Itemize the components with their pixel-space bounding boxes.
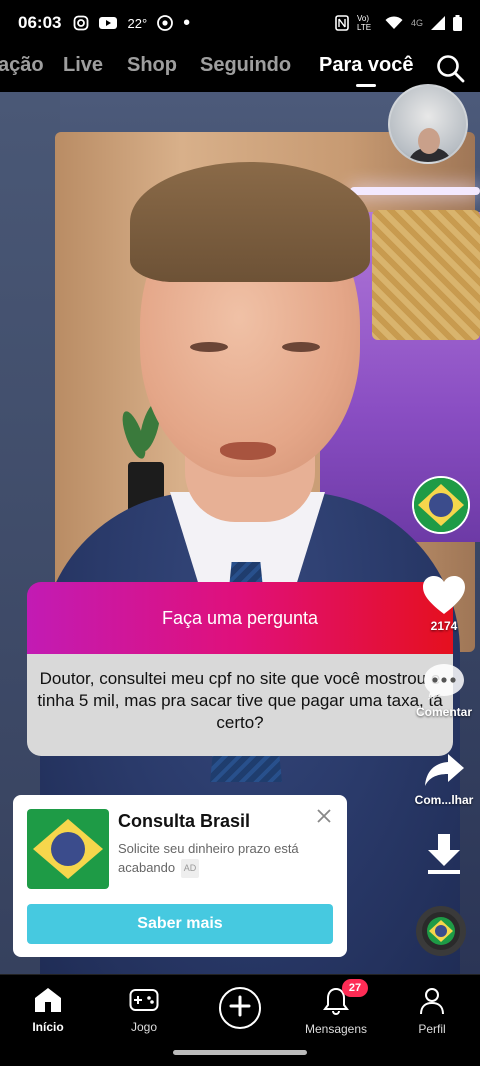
download-icon xyxy=(408,832,480,879)
heart-icon xyxy=(408,574,480,619)
presenter-mouth xyxy=(220,442,276,460)
nav-jogo-label: Jogo xyxy=(130,1020,158,1034)
tab-seguindo[interactable]: Seguindo xyxy=(200,54,291,77)
person-icon xyxy=(419,988,445,1018)
question-card: Faça uma pergunta Doutor, consultei meu … xyxy=(27,582,453,756)
nav-perfil[interactable]: Perfil xyxy=(392,987,472,1036)
volte-label: Vo) LTE xyxy=(356,14,372,32)
ad-cta-button[interactable]: Saber mais xyxy=(27,904,333,944)
network-label: 4G xyxy=(410,18,423,28)
presenter-hair xyxy=(130,162,370,282)
gamepad-icon xyxy=(129,989,159,1016)
comment-label: Comentar xyxy=(415,705,472,719)
status-time: 06:03 xyxy=(18,13,62,32)
ad-description-text: Solicite seu dinheiro prazo está acaband… xyxy=(118,841,299,875)
instagram-icon xyxy=(73,15,89,31)
comment-icon xyxy=(408,662,480,705)
top-tabs: ação Live Shop Seguindo Para você xyxy=(0,46,480,92)
tab-live[interactable]: Live xyxy=(63,54,103,77)
nfc-icon xyxy=(335,15,349,31)
wifi-icon xyxy=(385,16,403,30)
status-bar: 06:03 22° • Vo) LTE 4G xyxy=(0,0,480,46)
nav-jogo[interactable]: Jogo xyxy=(104,987,184,1034)
nav-mensagens[interactable]: 27 Mensagens xyxy=(296,979,376,1036)
search-icon[interactable] xyxy=(434,52,466,84)
share-label: Com...lhar xyxy=(414,793,474,807)
like-button[interactable]: 2174 xyxy=(408,574,480,633)
music-disc[interactable] xyxy=(416,906,466,956)
status-temperature: 22° xyxy=(127,15,148,31)
battery-icon xyxy=(453,15,462,31)
create-button[interactable] xyxy=(219,987,261,1029)
like-count: 2174 xyxy=(430,619,458,633)
active-tab-indicator xyxy=(356,84,376,87)
ad-card[interactable]: Consulta Brasil Solicite seu dinheiro pr… xyxy=(13,795,347,957)
ad-title: Consulta Brasil xyxy=(118,811,251,831)
dot-indicator: • xyxy=(183,12,191,34)
chrome-icon xyxy=(157,15,174,31)
tab-exploracao[interactable]: ação xyxy=(0,54,44,77)
ad-description: Solicite seu dinheiro prazo está acaband… xyxy=(118,839,318,879)
brazil-flag-icon xyxy=(427,917,455,945)
question-card-text: Doutor, consultei meu cpf no site que vo… xyxy=(27,654,453,756)
download-button[interactable] xyxy=(408,832,480,879)
youtube-icon xyxy=(99,16,118,30)
presenter-eye-left xyxy=(190,342,228,352)
tab-shop[interactable]: Shop xyxy=(127,54,177,77)
comment-button[interactable]: Comentar xyxy=(408,662,480,719)
nav-perfil-label: Perfil xyxy=(418,1022,446,1036)
nav-mensagens-label: Mensagens xyxy=(304,1022,368,1036)
question-card-header: Faça uma pergunta xyxy=(27,582,453,654)
background-basket xyxy=(372,210,480,340)
home-indicator[interactable] xyxy=(173,1050,307,1055)
share-button[interactable]: Com...lhar xyxy=(408,750,480,807)
share-icon xyxy=(408,750,480,793)
brazil-flag-icon xyxy=(27,809,109,889)
live-avatar[interactable] xyxy=(388,84,468,164)
nav-inicio-label: Início xyxy=(32,1020,64,1034)
messages-badge: 27 xyxy=(342,979,368,997)
ad-logo xyxy=(27,809,109,889)
background-led xyxy=(350,187,480,195)
ad-tag: AD xyxy=(180,859,200,879)
plus-icon xyxy=(229,995,251,1022)
signal-icon xyxy=(431,16,445,30)
tab-para-voce[interactable]: Para você xyxy=(319,54,414,77)
brazil-flag-icon xyxy=(414,478,468,532)
nav-inicio[interactable]: Início xyxy=(8,987,88,1034)
close-icon[interactable] xyxy=(315,807,333,825)
creator-avatar[interactable] xyxy=(412,476,470,534)
presenter-eye-right xyxy=(282,342,320,352)
home-icon xyxy=(34,988,62,1016)
